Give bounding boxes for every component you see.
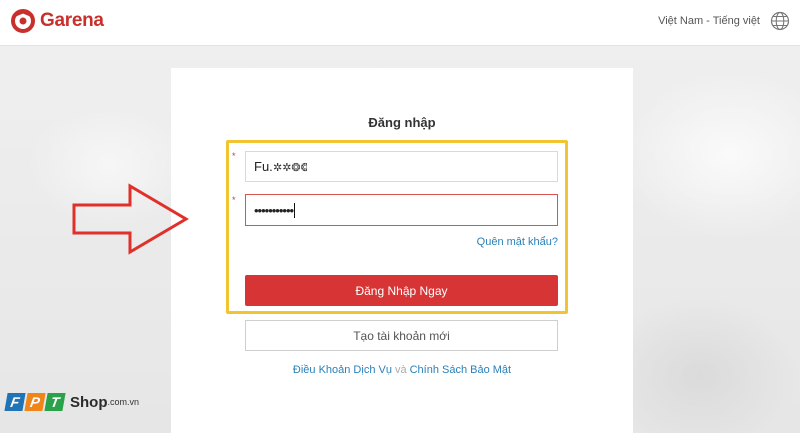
terms-link[interactable]: Điều Khoản Dịch Vụ <box>293 364 392 376</box>
privacy-link[interactable]: Chính Sách Bảo Mật <box>410 364 512 376</box>
arrow-right-icon <box>72 183 189 255</box>
brand-name: Garena <box>40 10 104 31</box>
fpt-letter-p: P <box>24 393 46 411</box>
fpt-letter-t: T <box>44 393 66 411</box>
highlight-box <box>226 140 568 314</box>
login-title: Đăng nhập <box>368 115 436 130</box>
fpt-shop-label: Shop <box>70 393 108 411</box>
garena-logo-icon <box>11 9 35 33</box>
fpt-shop-watermark: F P T Shop .com.vn <box>4 393 140 411</box>
fpt-letter-f: F <box>4 393 26 411</box>
garena-logo[interactable]: Garena <box>10 8 104 34</box>
fpt-domain-label: .com.vn <box>107 397 140 407</box>
and-text: và <box>394 364 407 376</box>
language-selector[interactable]: Việt Nam - Tiếng việt <box>658 15 760 27</box>
globe-icon[interactable] <box>770 11 790 31</box>
policy-links: Điều Khoản Dịch Vụ và Chính Sách Bảo Mật <box>171 364 633 376</box>
create-account-button[interactable]: Tạo tài khoản mới <box>245 320 558 351</box>
top-bar: Garena Việt Nam - Tiếng việt <box>0 0 800 46</box>
